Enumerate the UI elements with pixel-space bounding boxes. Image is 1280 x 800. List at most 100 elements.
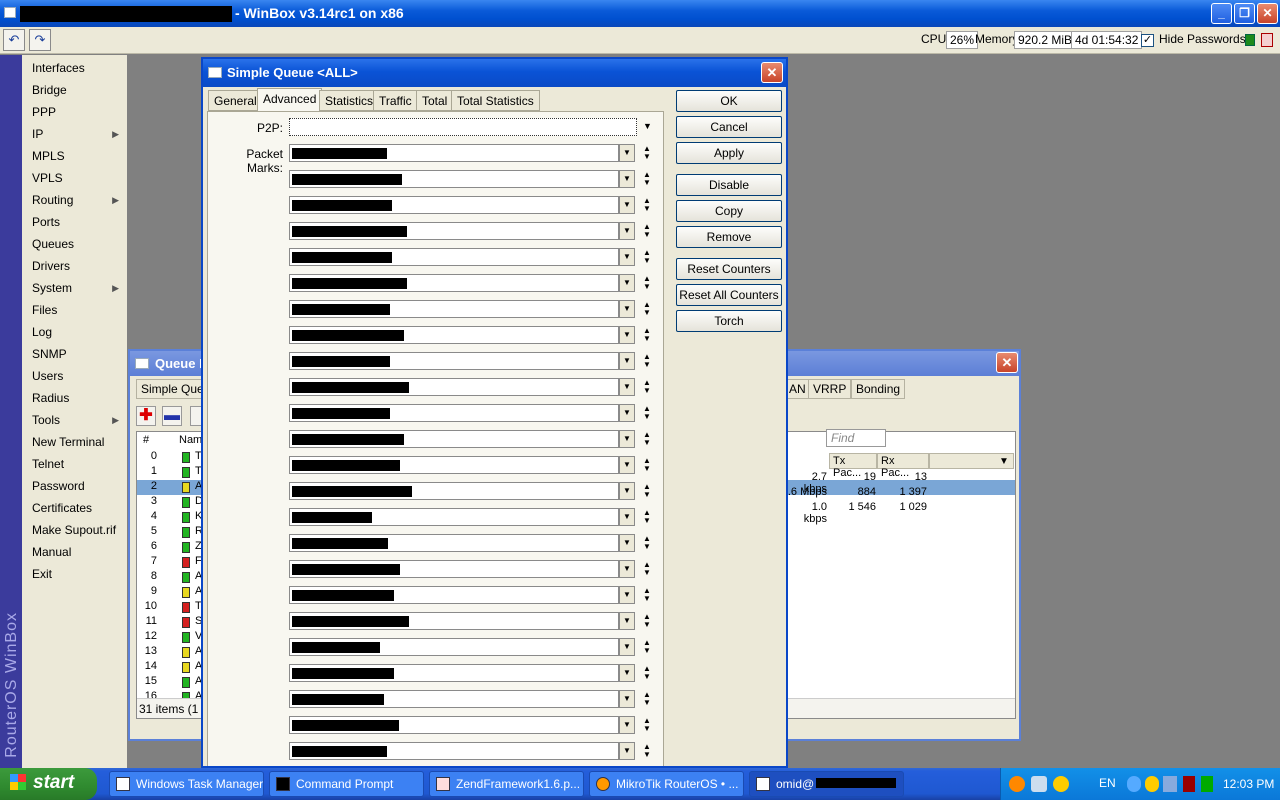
dropdown-icon[interactable]: ▼ [619, 742, 635, 760]
menu-item-ip[interactable]: IP [32, 127, 43, 141]
dropdown-icon[interactable]: ▼ [619, 612, 635, 630]
remove-button[interactable]: Remove [676, 226, 782, 248]
col-hash[interactable]: # [143, 434, 149, 446]
tray-green-icon[interactable] [1201, 776, 1213, 792]
add-remove-arrows-icon[interactable]: ▲ ▼ [641, 197, 653, 213]
menu-item-ports[interactable]: Ports [32, 215, 60, 229]
packet-mark-select[interactable] [289, 274, 619, 292]
packet-mark-select[interactable] [289, 560, 619, 578]
copy-button[interactable]: Copy [676, 200, 782, 222]
dropdown-icon[interactable]: ▼ [619, 430, 635, 448]
menu-item-ppp[interactable]: PPP [32, 105, 56, 119]
undo-icon[interactable]: ↶ [3, 29, 25, 51]
add-remove-arrows-icon[interactable]: ▲ ▼ [641, 613, 653, 629]
add-remove-arrows-icon[interactable]: ▲ ▼ [641, 639, 653, 655]
dropdown-icon[interactable]: ▼ [619, 690, 635, 708]
packet-mark-select[interactable] [289, 248, 619, 266]
add-remove-arrows-icon[interactable]: ▲ ▼ [641, 535, 653, 551]
packet-mark-select[interactable] [289, 612, 619, 630]
add-remove-arrows-icon[interactable]: ▲ ▼ [641, 483, 653, 499]
menu-item-password[interactable]: Password [32, 479, 85, 493]
ok-button[interactable]: OK [676, 90, 782, 112]
menu-item-log[interactable]: Log [32, 325, 52, 339]
remove-icon[interactable]: ▬ [162, 406, 182, 426]
dropdown-icon[interactable]: ▼ [619, 274, 635, 292]
add-remove-arrows-icon[interactable]: ▲ ▼ [641, 275, 653, 291]
dropdown-icon[interactable]: ▼ [619, 534, 635, 552]
menu-item-vpls[interactable]: VPLS [32, 171, 63, 185]
add-remove-arrows-icon[interactable]: ▲ ▼ [641, 171, 653, 187]
packet-mark-select[interactable] [289, 638, 619, 656]
add-remove-arrows-icon[interactable]: ▲ ▼ [641, 509, 653, 525]
menu-item-users[interactable]: Users [32, 369, 63, 383]
cancel-button[interactable]: Cancel [676, 116, 782, 138]
menu-item-interfaces[interactable]: Interfaces [32, 61, 85, 75]
packet-mark-select[interactable] [289, 664, 619, 682]
redo-icon[interactable]: ↷ [29, 29, 51, 51]
dropdown-icon[interactable]: ▼ [619, 144, 635, 162]
dropdown-icon[interactable]: ▼ [619, 378, 635, 396]
packet-mark-select[interactable] [289, 534, 619, 552]
menu-item-make-supout-rif[interactable]: Make Supout.rif [32, 523, 116, 537]
dropdown-icon[interactable]: ▼ [619, 638, 635, 656]
tab-general[interactable]: General [208, 90, 263, 111]
tab-advanced[interactable]: Advanced [257, 88, 323, 112]
col-tx-packets[interactable]: Tx Pac... [829, 453, 877, 479]
menu-item-bridge[interactable]: Bridge [32, 83, 67, 97]
apply-button[interactable]: Apply [676, 142, 782, 164]
network-icon[interactable] [1163, 776, 1177, 792]
queue-list-close-button[interactable]: ✕ [996, 352, 1018, 373]
dropdown-icon[interactable]: ▼ [619, 716, 635, 734]
packet-mark-select[interactable] [289, 742, 619, 760]
tab-total-statistics[interactable]: Total Statistics [451, 90, 540, 111]
packet-mark-select[interactable] [289, 222, 619, 240]
packet-mark-select[interactable] [289, 482, 619, 500]
add-remove-arrows-icon[interactable]: ▲ ▼ [641, 457, 653, 473]
tray-smiley-icon[interactable] [1145, 776, 1159, 792]
dropdown-icon[interactable]: ▼ [619, 586, 635, 604]
dropdown-icon[interactable]: ▼ [619, 560, 635, 578]
lock-icon[interactable] [1261, 33, 1273, 47]
language-indicator[interactable]: EN [1099, 776, 1116, 790]
add-icon[interactable]: ✚ [136, 406, 156, 426]
menu-item-tools[interactable]: Tools [32, 413, 60, 427]
add-remove-arrows-icon[interactable]: ▲ ▼ [641, 717, 653, 733]
p2p-select[interactable] [289, 118, 637, 136]
packet-mark-select[interactable] [289, 170, 619, 188]
packet-mark-select[interactable] [289, 430, 619, 448]
task-winbox-active[interactable]: omid@ [749, 771, 904, 797]
menu-item-snmp[interactable]: SNMP [32, 347, 67, 361]
packet-mark-select[interactable] [289, 404, 619, 422]
dropdown-icon[interactable]: ▼ [619, 222, 635, 240]
dropdown-icon[interactable]: ▼ [619, 196, 635, 214]
start-button[interactable]: start [0, 768, 97, 800]
firefox-tray-icon[interactable] [1009, 776, 1025, 792]
torch-button[interactable]: Torch [676, 310, 782, 332]
add-remove-arrows-icon[interactable]: ▲ ▼ [641, 353, 653, 369]
packet-mark-select[interactable] [289, 300, 619, 318]
add-remove-arrows-icon[interactable]: ▲ ▼ [641, 691, 653, 707]
add-remove-arrows-icon[interactable]: ▲ ▼ [641, 223, 653, 239]
packet-mark-select[interactable] [289, 456, 619, 474]
packet-mark-select[interactable] [289, 508, 619, 526]
packet-mark-select[interactable] [289, 690, 619, 708]
add-remove-arrows-icon[interactable]: ▲ ▼ [641, 145, 653, 161]
dropdown-icon[interactable]: ▼ [619, 508, 635, 526]
add-remove-arrows-icon[interactable]: ▲ ▼ [641, 587, 653, 603]
task-firefox-mikrotik[interactable]: MikroTik RouterOS • ... [589, 771, 744, 797]
dialog-close-button[interactable]: ✕ [761, 62, 783, 83]
menu-item-new-terminal[interactable]: New Terminal [32, 435, 104, 449]
add-remove-arrows-icon[interactable]: ▲ ▼ [641, 301, 653, 317]
menu-item-routing[interactable]: Routing [32, 193, 73, 207]
menu-item-mpls[interactable]: MPLS [32, 149, 65, 163]
packet-mark-select[interactable] [289, 586, 619, 604]
dropdown-icon[interactable]: ▼ [619, 248, 635, 266]
packet-mark-select[interactable] [289, 196, 619, 214]
add-remove-arrows-icon[interactable]: ▲ ▼ [641, 249, 653, 265]
dropdown-icon[interactable]: ▼ [619, 664, 635, 682]
tab-bonding[interactable]: Bonding [851, 379, 906, 399]
menu-item-files[interactable]: Files [32, 303, 57, 317]
add-remove-arrows-icon[interactable]: ▲ ▼ [641, 743, 653, 759]
menu-item-telnet[interactable]: Telnet [32, 457, 64, 471]
menu-item-queues[interactable]: Queues [32, 237, 74, 251]
